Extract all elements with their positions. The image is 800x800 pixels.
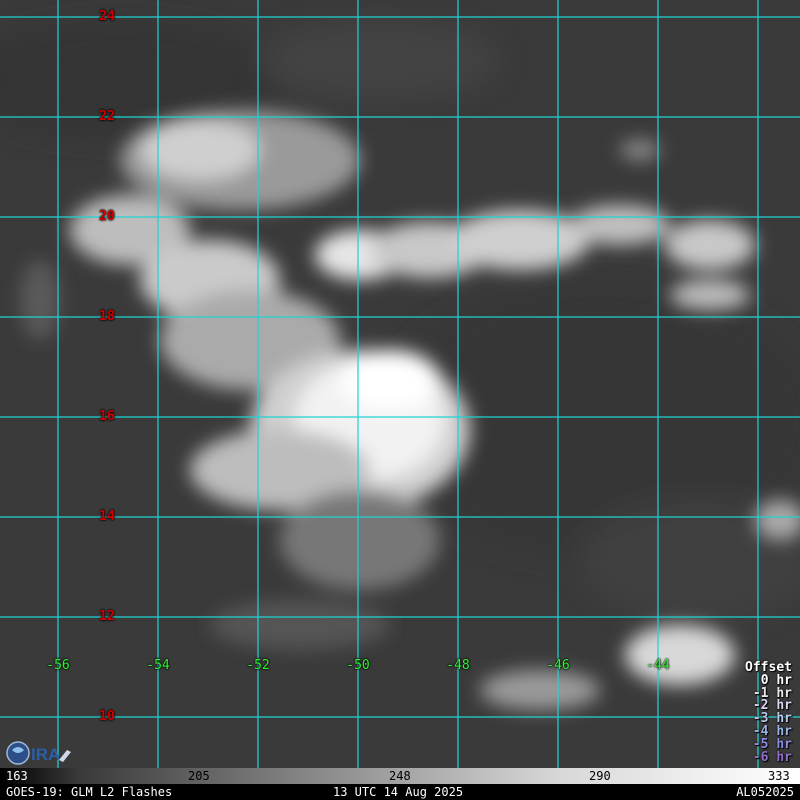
colorbar-tick: 290 <box>589 769 611 783</box>
lat-label-12: 12 <box>99 609 115 624</box>
lat-label-10: 10 <box>99 709 115 724</box>
offset-legend: Offset 0 hr -1 hr -2 hr -3 hr -4 hr -5 h… <box>745 661 792 765</box>
satellite-imagery <box>0 0 800 768</box>
lat-label-16: 16 <box>99 409 115 424</box>
satellite-image-viewer: 24 22 20 18 16 14 12 10 -56 -54 -52 -50 … <box>0 0 800 800</box>
lat-label-24: 24 <box>99 9 115 24</box>
lon-label-44: -44 <box>646 658 670 673</box>
lon-label-56: -56 <box>46 658 70 673</box>
footer-bar: GOES-19: GLM L2 Flashes 13 UTC 14 Aug 20… <box>0 784 800 800</box>
storm-id-label: AL052025 <box>736 785 794 799</box>
lon-label-48: -48 <box>446 658 470 673</box>
product-label: GOES-19: GLM L2 Flashes <box>6 785 173 799</box>
colorbar-tick: 248 <box>389 769 411 783</box>
cira-logo-icon: IRA <box>6 741 71 765</box>
lon-label-54: -54 <box>146 658 170 673</box>
colorbar-tick: 333 <box>768 769 790 783</box>
timestamp-label: 13 UTC 14 Aug 2025 <box>333 785 464 799</box>
colorbar-tick: 163 <box>6 769 28 783</box>
colorbar-tick: 205 <box>188 769 210 783</box>
lat-label-18: 18 <box>99 309 115 324</box>
lon-label-46: -46 <box>546 658 570 673</box>
lon-label-50: -50 <box>346 658 370 673</box>
lat-label-20: 20 <box>99 209 115 224</box>
offset-item: -6 hr <box>752 749 792 765</box>
svg-text:IRA: IRA <box>31 745 60 764</box>
lat-label-14: 14 <box>99 509 115 524</box>
lat-label-22: 22 <box>99 109 115 124</box>
lon-label-52: -52 <box>246 658 270 673</box>
